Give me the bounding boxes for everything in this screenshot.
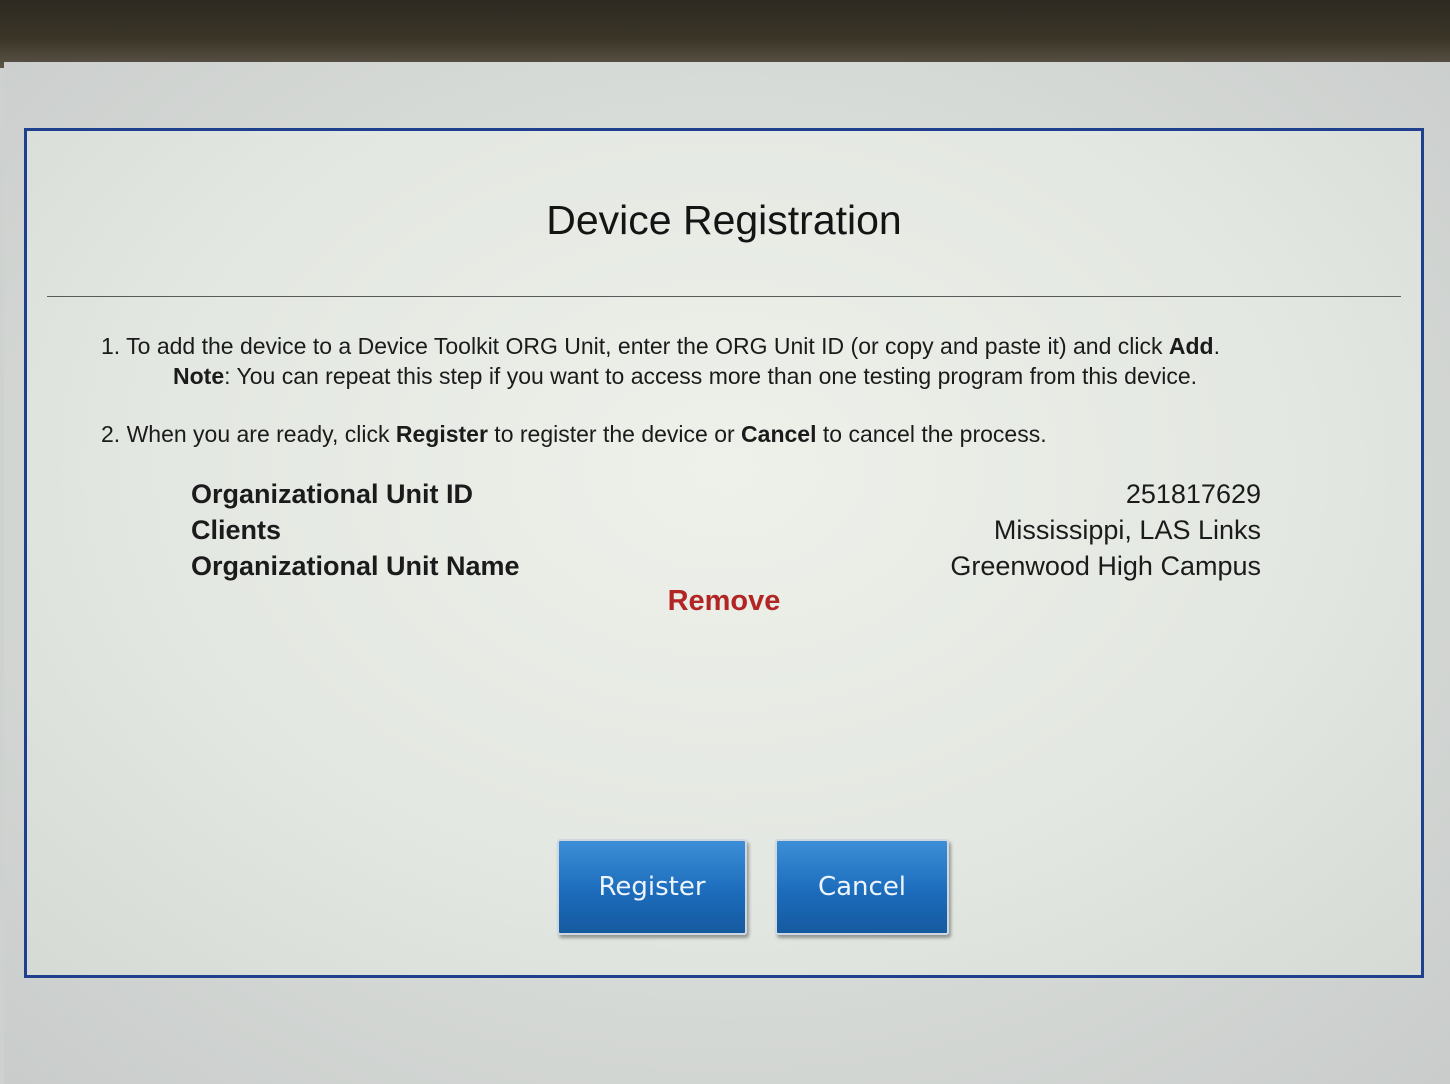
step-2-cancel-keyword: Cancel bbox=[741, 421, 817, 447]
remove-link[interactable]: Remove bbox=[27, 585, 1421, 618]
dialog-title: Device Registration bbox=[546, 197, 902, 243]
step-2-text: 2. When you are ready, click bbox=[101, 421, 396, 447]
register-button[interactable]: Register bbox=[557, 839, 747, 935]
note-text: : You can repeat this step if you want t… bbox=[224, 363, 1198, 389]
cancel-button[interactable]: Cancel bbox=[775, 839, 949, 935]
org-unit-name-value: Greenwood High Campus bbox=[950, 551, 1261, 581]
step-1-add-keyword: Add bbox=[1168, 333, 1214, 359]
clients-label: Clients bbox=[191, 515, 282, 545]
instruction-step-1: 1. To add the device to a Device Toolkit… bbox=[101, 333, 1220, 360]
monitor-bezel bbox=[0, 0, 1450, 68]
title-divider bbox=[47, 296, 1401, 297]
org-unit-id-value: 251817629 bbox=[1125, 479, 1261, 509]
clients-value: Mississippi, LAS Links bbox=[993, 515, 1261, 545]
step-2-suffix: to cancel the process. bbox=[816, 421, 1047, 447]
device-registration-dialog: Device Registration 1. To add the device… bbox=[24, 128, 1424, 978]
instruction-step-2: 2. When you are ready, click Register to… bbox=[101, 421, 1047, 448]
step-1-text: 1. To add the device to a Device Toolkit… bbox=[101, 333, 1169, 359]
note-keyword: Note bbox=[173, 363, 225, 389]
step-2-middle: to register the device or bbox=[487, 421, 742, 447]
org-unit-id-label: Organizational Unit ID bbox=[191, 479, 474, 509]
step-2-register-keyword: Register bbox=[395, 421, 488, 447]
step-1-suffix: . bbox=[1213, 333, 1220, 359]
instruction-note: Note: You can repeat this step if you wa… bbox=[173, 363, 1197, 390]
org-unit-name-label: Organizational Unit Name bbox=[191, 551, 520, 581]
